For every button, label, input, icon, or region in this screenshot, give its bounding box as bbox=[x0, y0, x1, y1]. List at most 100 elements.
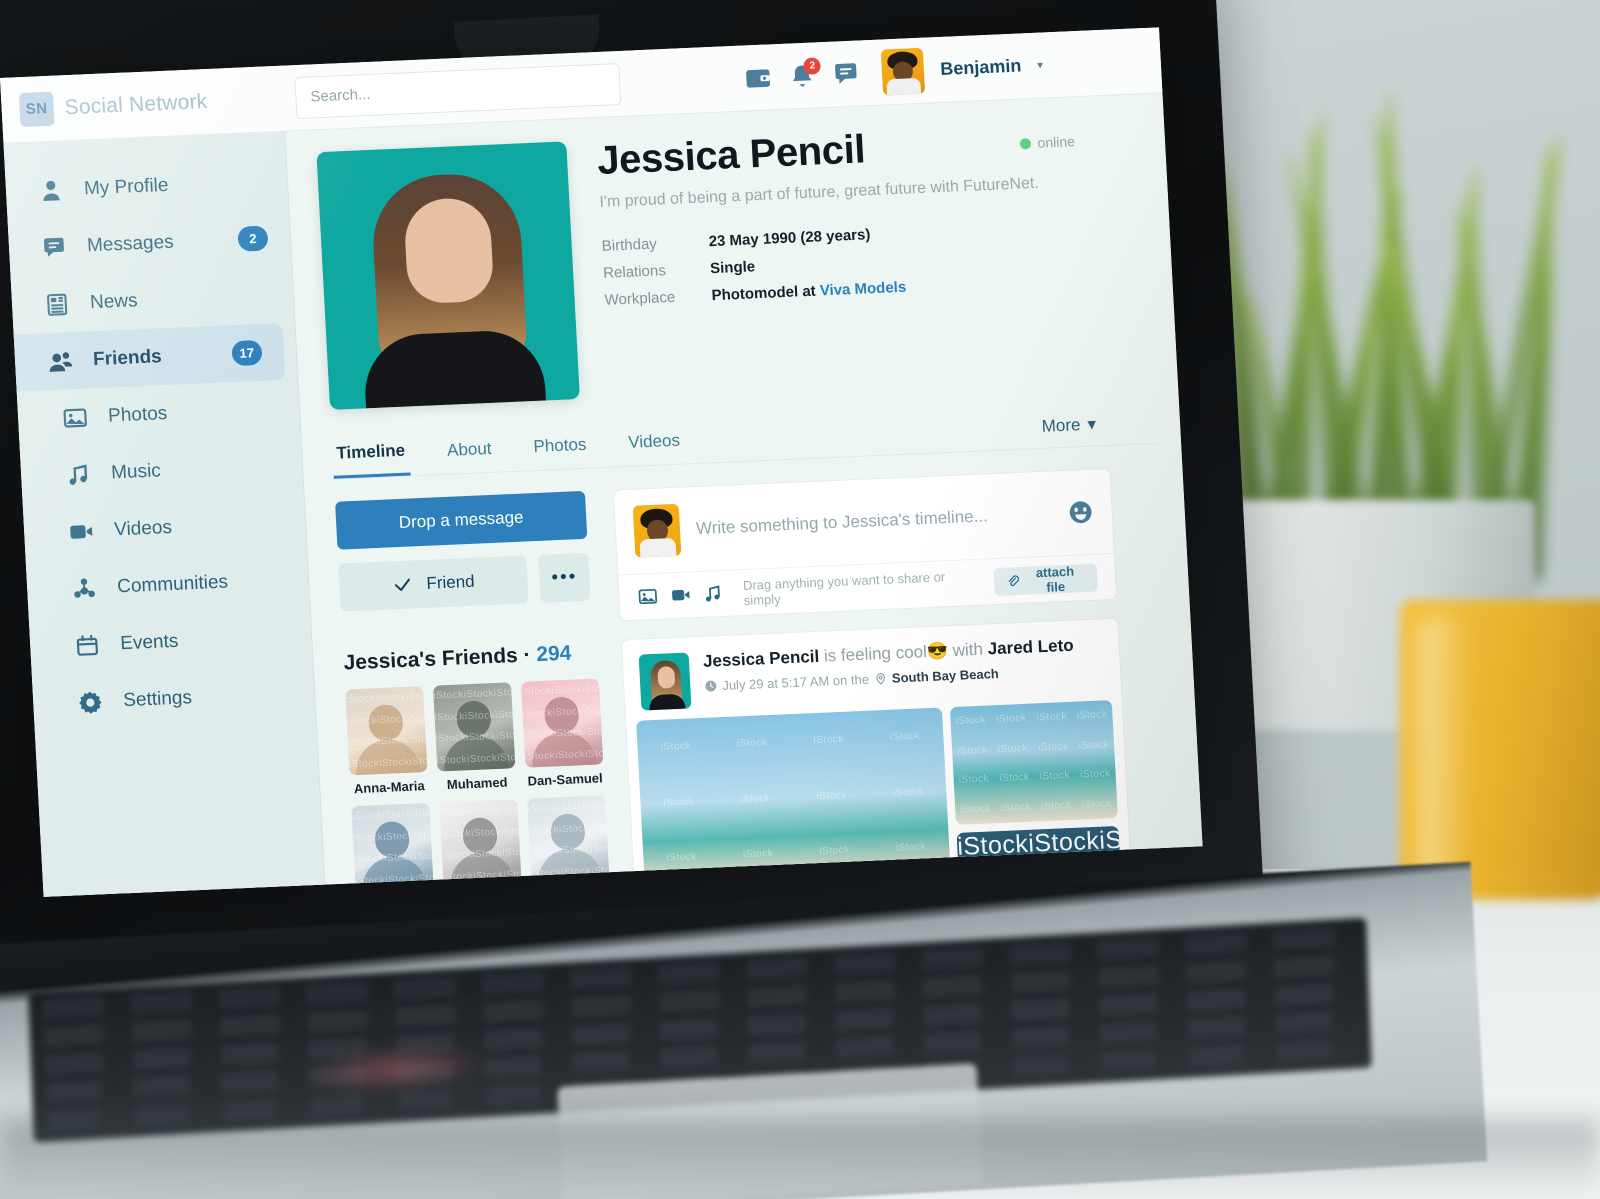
friends-grid: iStock iStock iStock iStock iStock iStock iSto… bbox=[345, 678, 610, 897]
post-time: July 29 at 5:17 AM on the bbox=[721, 671, 870, 694]
user-menu-name[interactable]: Benjamin bbox=[940, 55, 1022, 80]
friend-button[interactable]: Friend bbox=[338, 555, 529, 612]
friend-photo[interactable]: iStock iStock iStock iStock iStock iStock iSto… bbox=[439, 799, 522, 889]
attach-file-label: attach file bbox=[1035, 563, 1075, 595]
photo-icon[interactable] bbox=[637, 586, 659, 608]
gear-icon bbox=[77, 689, 104, 716]
friends-title-label: Jessica's Friends · bbox=[343, 643, 532, 675]
sidebar-item-label: Settings bbox=[122, 686, 193, 711]
sidebar-item-label: Music bbox=[110, 459, 162, 483]
check-icon bbox=[394, 578, 410, 591]
attach-file-button[interactable]: attach file bbox=[993, 563, 1098, 596]
web-page: SN Social Network Search... 2 Benjamin ▾… bbox=[0, 27, 1203, 897]
friend-actions: Friend ••• bbox=[338, 552, 591, 612]
news-icon bbox=[43, 291, 70, 318]
status-badge: online bbox=[1018, 116, 1141, 151]
post-with-label: with bbox=[952, 639, 984, 660]
sidebar-item-label: Videos bbox=[113, 516, 173, 540]
friend-photo[interactable]: iStock iStock iStock iStock iStock iStock iSto… bbox=[432, 682, 516, 772]
chevron-down-icon[interactable]: ▾ bbox=[1037, 59, 1043, 72]
main-content: Jessica Pencil online I'm proud of being… bbox=[285, 93, 1202, 897]
friend-button-label: Friend bbox=[425, 571, 476, 593]
laptop-screen: SN Social Network Search... 2 Benjamin ▾… bbox=[0, 27, 1203, 897]
chat-icon[interactable] bbox=[832, 59, 861, 88]
sidebar-item-settings[interactable]: Settings bbox=[32, 664, 316, 733]
photo-icon bbox=[61, 404, 88, 431]
sidebar-item-label: News bbox=[89, 289, 139, 313]
location-pin-icon bbox=[874, 672, 888, 686]
profile-info-key: Workplace bbox=[604, 288, 676, 309]
chat-icon bbox=[40, 234, 67, 261]
sidebar-item-label: Photos bbox=[107, 402, 168, 427]
user-icon bbox=[37, 177, 64, 204]
friends-section-title: Jessica's Friends · 294 bbox=[343, 641, 594, 676]
sidebar: My Profile Messages 2 News Friends 17 Photos Mu… bbox=[3, 131, 326, 897]
calendar-icon bbox=[74, 632, 101, 659]
smiley-icon[interactable] bbox=[1067, 499, 1094, 526]
friend-name: Muhamed bbox=[446, 774, 508, 793]
friends-icon bbox=[46, 348, 73, 375]
tab-photos[interactable]: Photos bbox=[529, 426, 592, 469]
clock-icon bbox=[704, 679, 718, 693]
brand[interactable]: SN Social Network bbox=[1, 81, 285, 127]
status-text: online bbox=[1037, 133, 1076, 151]
profile-info-value: 23 May 1990 (28 years) bbox=[708, 226, 871, 250]
laptop-shadow bbox=[0, 1120, 1600, 1199]
sidebar-item-label: Communities bbox=[116, 571, 229, 597]
friend-card[interactable]: iStock iStock iStock iStock iStock iStock iSto… bbox=[345, 686, 429, 796]
friend-card[interactable]: iStock iStock iStock iStock iStock iStock iSto… bbox=[432, 682, 517, 793]
friend-card[interactable]: iStock iStock iStock iStock iStock iStock iSto… bbox=[520, 678, 605, 789]
post-location[interactable]: South Bay Beach bbox=[892, 666, 1000, 686]
content-columns: Drop a message Friend ••• Jessica's Frie… bbox=[335, 466, 1183, 897]
profile-info-key: Relations bbox=[602, 262, 667, 282]
sidebar-item-label: Events bbox=[119, 630, 179, 654]
music-icon bbox=[65, 461, 92, 488]
composer-input[interactable]: Write something to Jessica's timeline... bbox=[695, 506, 988, 539]
post-tagged-person[interactable]: Jared Leto bbox=[987, 636, 1074, 659]
bell-icon[interactable]: 2 bbox=[788, 56, 822, 90]
paperclip-icon bbox=[1008, 574, 1019, 586]
post-photo-secondary[interactable]: iStock iStock iStock iStock iStock iStock iSto… bbox=[949, 700, 1118, 825]
tab-more-label: More bbox=[1041, 414, 1081, 436]
friends-count: 294 bbox=[535, 641, 573, 667]
tab-about[interactable]: About bbox=[442, 430, 497, 472]
avatar bbox=[632, 503, 682, 558]
friend-name: Anna-Maria bbox=[353, 778, 426, 797]
wallet-icon[interactable] bbox=[744, 63, 773, 92]
sidebar-item-label: Messages bbox=[86, 231, 175, 256]
page-title: Jessica Pencil bbox=[596, 127, 867, 183]
drop-a-message-button[interactable]: Drop a message bbox=[335, 490, 588, 550]
workplace-link[interactable]: Viva Models bbox=[819, 279, 906, 300]
profile-photo[interactable] bbox=[316, 141, 580, 410]
friend-photo[interactable]: iStock iStock iStock iStock iStock iStock iSto… bbox=[345, 686, 428, 776]
bell-badge: 2 bbox=[803, 56, 822, 75]
communities-icon bbox=[71, 575, 98, 602]
avatar[interactable] bbox=[881, 47, 926, 95]
search-input[interactable]: Search... bbox=[294, 62, 622, 119]
tab-timeline[interactable]: Timeline bbox=[331, 432, 411, 479]
profile-info-value: Photomodel at Viva Models bbox=[711, 279, 907, 304]
more-options-button[interactable]: ••• bbox=[538, 552, 591, 603]
avatar[interactable] bbox=[638, 652, 692, 711]
sidebar-item-label: My Profile bbox=[83, 174, 169, 199]
brand-logo: SN bbox=[18, 91, 55, 127]
post-action: is feeling cool bbox=[823, 642, 928, 666]
profile-info-value-text: 23 May 1990 (28 years) bbox=[708, 226, 871, 251]
video-icon[interactable] bbox=[670, 584, 692, 606]
post-emoji: 😎 bbox=[926, 641, 949, 662]
profile-info-value-text: Single bbox=[709, 258, 756, 278]
friend-photo[interactable]: iStock iStock iStock iStock iStock iStock iSto… bbox=[527, 795, 610, 885]
right-column: Write something to Jessica's timeline... bbox=[612, 466, 1183, 897]
post-composer: Write something to Jessica's timeline... bbox=[612, 467, 1118, 622]
post-author[interactable]: Jessica Pencil bbox=[703, 647, 820, 671]
sidebar-item-label: Friends bbox=[92, 345, 163, 370]
friend-photo[interactable]: iStock iStock iStock iStock iStock iStock iSto… bbox=[520, 678, 604, 768]
music-icon[interactable] bbox=[702, 583, 724, 605]
tab-videos[interactable]: Videos bbox=[623, 422, 685, 465]
friend-photo[interactable]: iStock iStock iStock iStock iStock iStock iSto… bbox=[351, 802, 434, 893]
tab-more[interactable]: More ▾ bbox=[1041, 411, 1156, 436]
top-bar-actions: 2 Benjamin ▾ bbox=[743, 37, 1162, 101]
friend-name: Dan-Samuel bbox=[527, 770, 604, 789]
profile-header: Jessica Pencil online I'm proud of being… bbox=[316, 116, 1153, 410]
chevron-down-icon: ▾ bbox=[1086, 414, 1097, 434]
